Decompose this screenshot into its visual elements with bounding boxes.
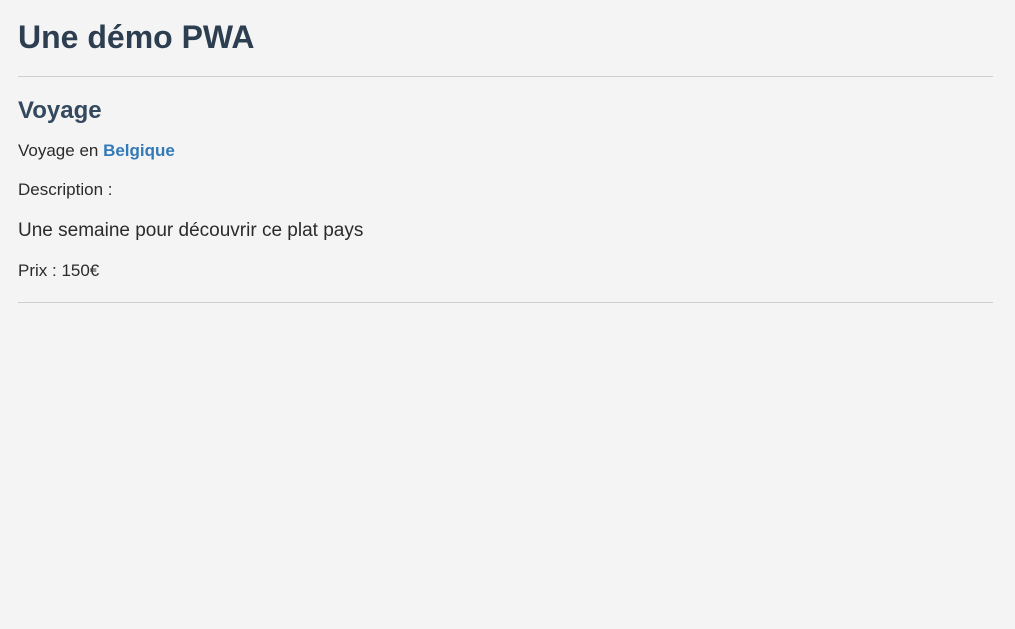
trip-country-prefix: Voyage en xyxy=(18,141,104,160)
description-label: Description : xyxy=(18,180,113,199)
trip-card: Voyage Voyage en Belgique Description : … xyxy=(18,96,993,281)
trip-country-line: Voyage en Belgique xyxy=(18,141,993,161)
trip-description: Une semaine pour découvrir ce plat pays xyxy=(18,220,364,241)
trip-title: Voyage xyxy=(18,97,102,124)
trip-price: Prix : 150€ xyxy=(18,261,100,280)
country-link[interactable]: Belgique xyxy=(103,141,175,160)
footer-divider xyxy=(18,302,993,303)
page-title: Une démo PWA xyxy=(18,19,255,55)
header-divider xyxy=(18,76,993,77)
page: Une démo PWA Voyage Voyage en Belgique D… xyxy=(0,0,1015,303)
